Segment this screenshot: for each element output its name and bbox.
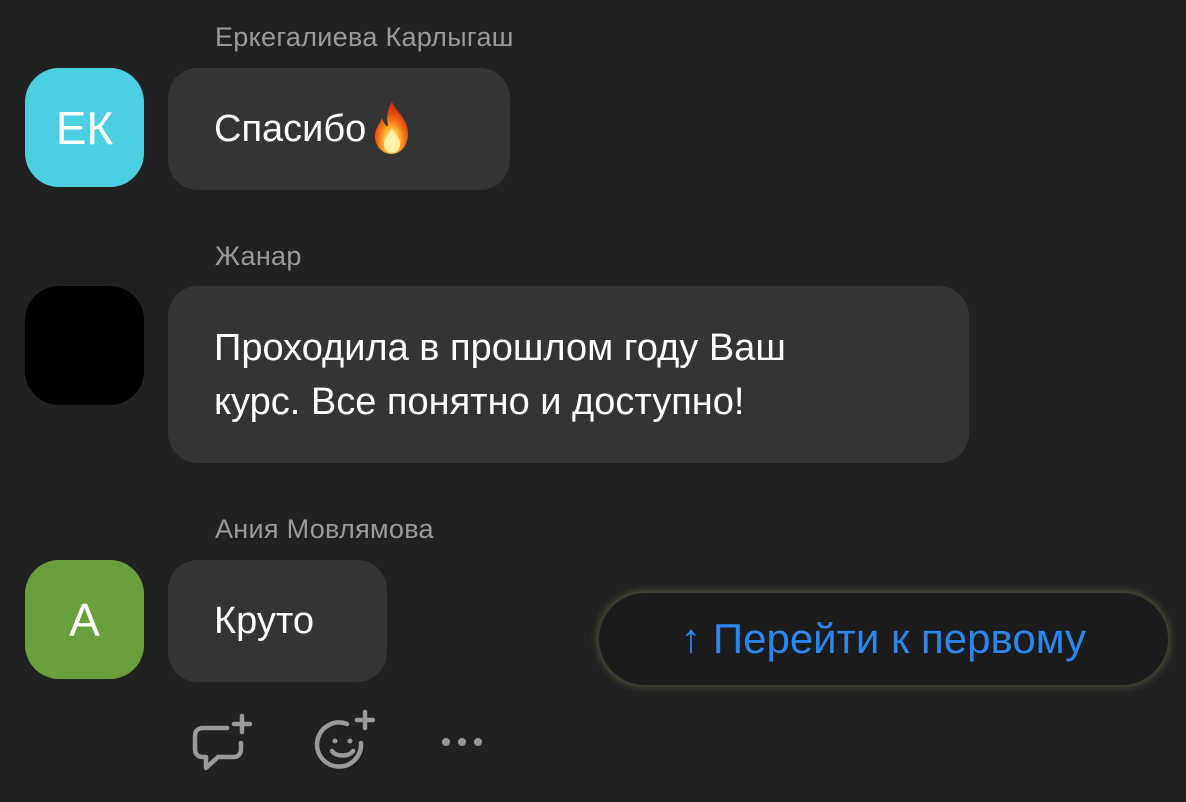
avatar[interactable] [25,286,144,405]
chat-view: Еркегалиева Карлыгаш ЕК Спасибо Жанар Пр… [0,0,1186,802]
message-text: Круто [214,600,314,642]
comment-add-icon[interactable] [187,707,257,777]
message-bubble[interactable]: Проходила в прошлом году Ваш курс. Все п… [168,286,969,463]
message-bubble[interactable]: Круто [168,560,387,682]
jump-to-first-label: Перейти к первому [712,615,1087,662]
avatar[interactable]: ЕК [25,68,144,187]
message-author[interactable]: Жанар [215,241,302,272]
message-text-line: курс. Все понятно и доступно! [214,380,745,423]
reaction-add-icon[interactable] [309,707,379,777]
arrow-up-icon: ↑ [680,616,701,661]
message-text: Спасибо [214,108,367,150]
jump-to-first-button[interactable]: ↑ Перейти к первому [597,591,1170,687]
avatar[interactable]: А [25,560,144,679]
message-bubble[interactable]: Спасибо [168,68,510,190]
fire-emoji [370,100,414,158]
more-icon[interactable] [427,707,497,777]
message-author[interactable]: Еркегалиева Карлыгаш [215,22,514,53]
message-author[interactable]: Ания Мовлямова [215,514,434,545]
message-text-line: Проходила в прошлом году Ваш [214,326,786,369]
